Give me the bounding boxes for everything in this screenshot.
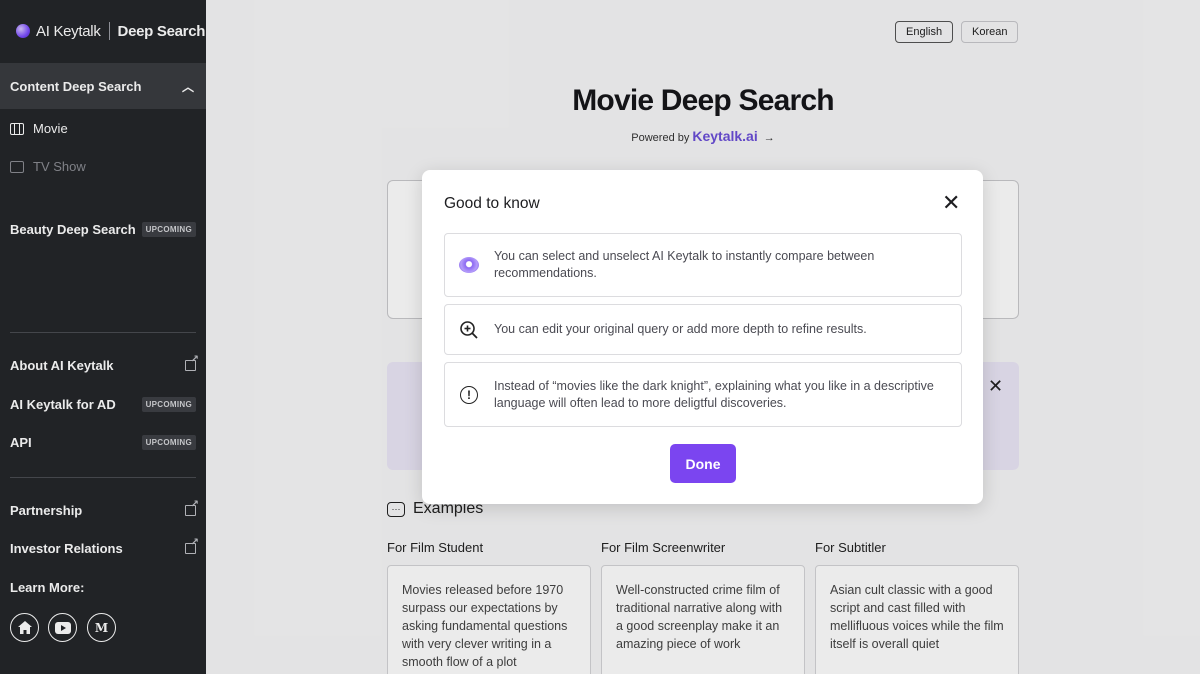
close-icon[interactable]: ✕ — [942, 190, 960, 216]
tip-text: You can select and unselect AI Keytalk t… — [494, 249, 875, 280]
tip-descriptive: ! Instead of “movies like the dark knigh… — [444, 362, 962, 427]
tip-compare: You can select and unselect AI Keytalk t… — [444, 233, 962, 297]
good-to-know-modal: Good to know ✕ You can select and unsele… — [422, 170, 983, 504]
done-button[interactable]: Done — [670, 444, 736, 483]
exclamation-icon: ! — [459, 385, 479, 405]
modal-title: Good to know — [444, 195, 540, 212]
ai-keytalk-orb-icon — [459, 255, 479, 275]
tip-text: You can edit your original query or add … — [494, 322, 867, 336]
tip-refine: You can edit your original query or add … — [444, 304, 962, 355]
zoom-plus-icon — [459, 320, 479, 340]
tip-text: Instead of “movies like the dark knight”… — [494, 378, 934, 410]
